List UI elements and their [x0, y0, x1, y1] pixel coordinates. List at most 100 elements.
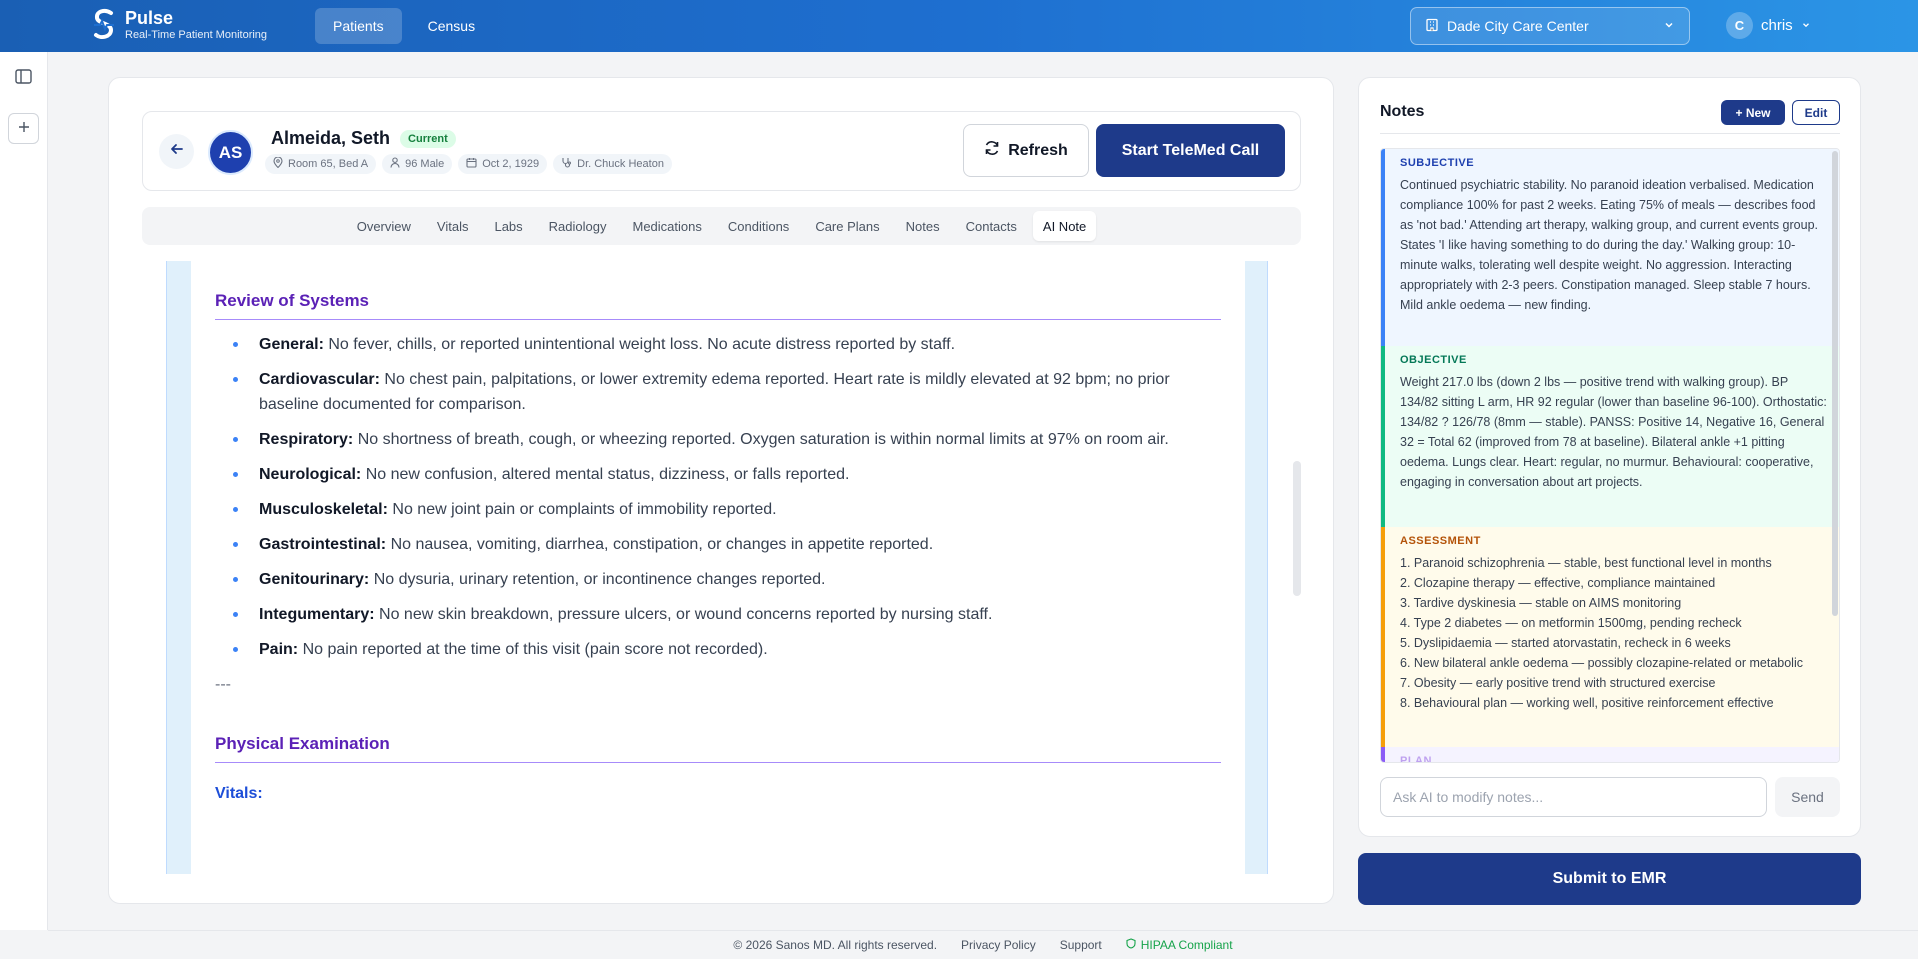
plus-icon	[18, 120, 30, 138]
list-item: 2. Clozapine therapy — effective, compli…	[1400, 576, 1716, 590]
ros-text: No new joint pain or complaints of immob…	[392, 501, 777, 518]
facility-select[interactable]: Dade City Care Center	[1410, 7, 1690, 45]
dob-text: Oct 2, 1929	[482, 158, 540, 170]
ros-label: Cardiovascular:	[259, 371, 380, 388]
section-separator: ---	[215, 676, 231, 693]
support-link[interactable]: Support	[1060, 938, 1102, 952]
ros-text: No pain reported at the time of this vis…	[302, 641, 768, 658]
subjective-section: SUBJECTIVE Continued psychiatric stabili…	[1381, 149, 1839, 346]
chevron-down-icon	[1663, 18, 1675, 34]
room-text: Room 65, Bed A	[288, 158, 369, 170]
list-item: 3. Tardive dyskinesia — stable on AIMS m…	[1400, 596, 1682, 610]
list-item: General: No fever, chills, or reported u…	[233, 332, 1221, 357]
tab-vitals[interactable]: Vitals	[427, 211, 479, 241]
ros-text: No shortness of breath, cough, or wheezi…	[357, 431, 1169, 448]
list-item: Neurological: No new confusion, altered …	[233, 462, 1221, 487]
plan-section: PLAN	[1381, 747, 1839, 762]
add-button[interactable]	[8, 113, 39, 144]
copyright: © 2026 Sanos MD. All rights reserved.	[733, 938, 938, 952]
nav-patients[interactable]: Patients	[315, 8, 402, 44]
soap-note-scroll[interactable]: SUBJECTIVE Continued psychiatric stabili…	[1380, 148, 1840, 763]
age-sex-chip: 96 Male	[382, 154, 453, 174]
hipaa-badge: HIPAA Compliant	[1126, 938, 1233, 952]
ai-modify-input[interactable]	[1380, 777, 1767, 817]
user-icon	[390, 157, 400, 171]
left-rail	[0, 52, 48, 930]
chevron-down-icon	[1801, 17, 1811, 34]
tab-conditions[interactable]: Conditions	[718, 211, 799, 241]
tab-medications[interactable]: Medications	[623, 211, 712, 241]
status-badge: Current	[400, 129, 456, 148]
app-name: Pulse	[125, 8, 174, 28]
assessment-section: ASSESSMENT 1. Paranoid schizophrenia — s…	[1381, 527, 1839, 747]
calendar-icon	[466, 157, 477, 171]
notes-title: Notes	[1380, 103, 1425, 120]
patient-meta: Room 65, Bed A 96 Male Oct 2, 1929 Dr. C…	[265, 154, 672, 174]
privacy-policy-link[interactable]: Privacy Policy	[961, 938, 1036, 952]
ros-text: No new confusion, altered mental status,…	[365, 466, 850, 483]
ai-note-viewer[interactable]: Review of Systems General: No fever, chi…	[166, 261, 1268, 874]
ros-list: General: No fever, chills, or reported u…	[215, 332, 1221, 662]
room-chip: Room 65, Bed A	[265, 154, 377, 174]
age-sex-text: 96 Male	[405, 158, 445, 170]
user-avatar: C	[1726, 12, 1753, 39]
tab-radiology[interactable]: Radiology	[539, 211, 617, 241]
subjective-label: SUBJECTIVE	[1400, 157, 1475, 169]
patient-tabs: Overview Vitals Labs Radiology Medicatio…	[142, 207, 1301, 245]
ros-label: Musculoskeletal:	[259, 501, 388, 518]
scrollbar-thumb[interactable]	[1293, 461, 1301, 596]
ros-text: No nausea, vomiting, diarrhea, constipat…	[390, 536, 934, 553]
ros-label: Respiratory:	[259, 431, 354, 448]
scrollbar-thumb[interactable]	[1832, 151, 1838, 616]
brand[interactable]: Pulse Real-Time Patient Monitoring	[91, 7, 267, 43]
assessment-label: ASSESSMENT	[1400, 535, 1481, 547]
send-button[interactable]: Send	[1775, 777, 1840, 817]
ros-text: No new skin breakdown, pressure ulcers, …	[379, 606, 993, 623]
tab-notes[interactable]: Notes	[896, 211, 950, 241]
tab-care-plans[interactable]: Care Plans	[805, 211, 889, 241]
sidebar-toggle-button[interactable]	[8, 63, 39, 94]
subjective-text: Continued psychiatric stability. No para…	[1400, 178, 1818, 312]
physical-exam-heading: Physical Examination	[215, 734, 1221, 763]
map-pin-icon	[273, 156, 283, 171]
ros-text: No dysuria, urinary retention, or incont…	[373, 571, 826, 588]
new-note-button[interactable]: + New	[1721, 100, 1785, 125]
list-item: 1. Paranoid schizophrenia — stable, best…	[1400, 556, 1772, 570]
nav-census[interactable]: Census	[410, 8, 493, 44]
edit-note-button[interactable]: Edit	[1792, 100, 1840, 125]
stethoscope-icon	[561, 157, 572, 171]
refresh-label: Refresh	[1008, 141, 1068, 159]
submit-to-emr-button[interactable]: Submit to EMR	[1358, 853, 1861, 905]
app-subtitle: Real-Time Patient Monitoring	[125, 29, 268, 41]
divider	[1380, 133, 1840, 134]
objective-section: OBJECTIVE Weight 217.0 lbs (down 2 lbs —…	[1381, 346, 1839, 527]
patient-avatar: AS	[208, 130, 253, 175]
list-item: 6. New bilateral ankle oedema — possibly…	[1400, 656, 1803, 670]
pulse-logo-icon	[91, 7, 117, 43]
tab-ai-note[interactable]: AI Note	[1032, 211, 1097, 241]
sidebar-icon	[15, 68, 32, 89]
physician-chip: Dr. Chuck Heaton	[553, 154, 672, 174]
vitals-heading: Vitals:	[215, 785, 263, 802]
start-telemed-button[interactable]: Start TeleMed Call	[1096, 124, 1285, 177]
user-menu[interactable]: C chris	[1726, 12, 1811, 39]
back-button[interactable]	[159, 134, 194, 169]
notes-panel: Notes + New Edit SUBJECTIVE Continued ps…	[1358, 77, 1861, 837]
list-item: Pain: No pain reported at the time of th…	[233, 637, 1221, 662]
shield-icon	[1126, 938, 1136, 952]
tab-overview[interactable]: Overview	[347, 211, 421, 241]
note-scrollbar[interactable]	[1293, 261, 1301, 874]
tab-labs[interactable]: Labs	[484, 211, 532, 241]
list-item: Genitourinary: No dysuria, urinary reten…	[233, 567, 1221, 592]
ros-text: No chest pain, palpitations, or lower ex…	[259, 371, 1170, 413]
patient-header: AS Almeida, Seth Current Room 65, Bed A …	[142, 111, 1301, 191]
assessment-list: 1. Paranoid schizophrenia — stable, best…	[1400, 553, 1829, 713]
user-name: chris	[1761, 17, 1793, 34]
tab-contacts[interactable]: Contacts	[956, 211, 1027, 241]
ros-label: Genitourinary:	[259, 571, 370, 588]
ros-heading: Review of Systems	[215, 291, 1221, 320]
objective-label: OBJECTIVE	[1400, 354, 1467, 366]
refresh-button[interactable]: Refresh	[963, 124, 1089, 177]
list-item: Respiratory: No shortness of breath, cou…	[233, 427, 1221, 452]
list-item: 8. Behavioural plan — working well, posi…	[1400, 696, 1774, 710]
